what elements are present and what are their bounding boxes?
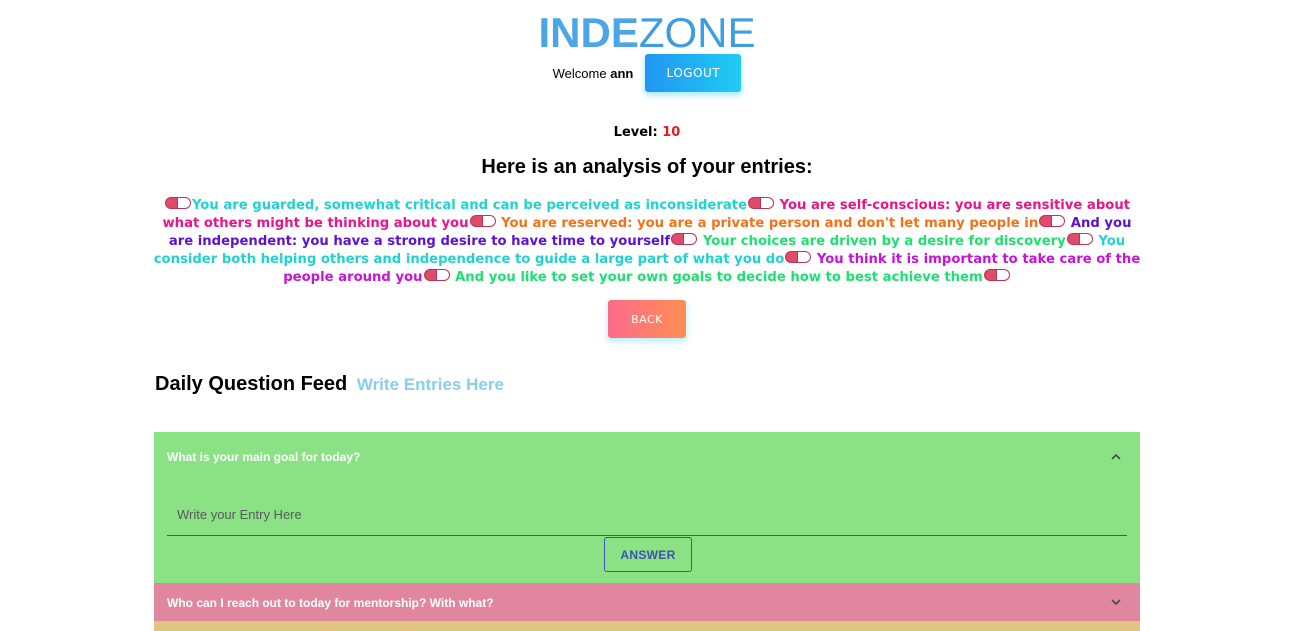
feed-title-text: Daily Question Feed <box>155 373 348 395</box>
logo-part-2: ZONE <box>638 9 756 56</box>
chevron-up-icon[interactable] <box>1111 452 1121 462</box>
feed-title: Daily Question Feed Write Entries Here <box>155 373 504 396</box>
pill-icon <box>748 197 775 209</box>
username: ann <box>610 65 634 81</box>
question-header-2[interactable]: Who can I reach out to today for mentors… <box>167 596 494 610</box>
welcome-prefix: Welcome <box>552 65 607 81</box>
level-label: Level: <box>613 125 658 140</box>
pill-icon <box>785 251 812 263</box>
pill-icon <box>1066 233 1093 245</box>
question-header-1[interactable]: What is your main goal for today? <box>167 450 360 464</box>
analysis-title: Here is an analysis of your entries: <box>481 156 813 178</box>
analysis-text: You are guarded, somewhat critical and c… <box>150 197 1144 287</box>
level-indicator: Level: 10 <box>0 125 1294 140</box>
question-accordion-1: What is your main goal for today? ANSWER <box>154 432 1140 583</box>
logo-part-1: INDE <box>538 9 639 56</box>
pill-icon <box>1039 215 1066 227</box>
answer-button[interactable]: ANSWER <box>604 537 692 572</box>
pill-icon <box>983 269 1010 281</box>
logo: INDEZONE <box>0 10 1294 56</box>
welcome-text: Welcome ann <box>553 66 634 81</box>
analysis-statement: Your choices are driven by a desire for … <box>698 234 1066 249</box>
logout-button[interactable]: LOGOUT <box>645 54 742 92</box>
pill-icon <box>671 233 698 245</box>
pill-icon <box>164 197 191 209</box>
entry-field-wrapper <box>167 494 1127 536</box>
analysis-statement: And you like to set your own goals to de… <box>450 270 983 285</box>
page: INDEZONE Welcome ann LOGOUT Level: 10 He… <box>0 0 1294 631</box>
question-accordion-3 <box>154 621 1140 631</box>
level-value: 10 <box>662 125 681 140</box>
pill-icon <box>423 269 450 281</box>
welcome-row: Welcome ann LOGOUT <box>0 54 1294 92</box>
analysis-statement: You are guarded, somewhat critical and c… <box>191 198 748 213</box>
pill-icon <box>469 215 496 227</box>
back-button[interactable]: BACK <box>608 300 686 338</box>
chevron-down-icon[interactable] <box>1111 597 1121 607</box>
entry-input[interactable] <box>167 494 1127 534</box>
question-accordion-2: Who can I reach out to today for mentors… <box>154 583 1140 621</box>
analysis-statement: You are reserved: you are a private pers… <box>496 216 1039 231</box>
write-entries-link[interactable]: Write Entries Here <box>357 375 504 394</box>
